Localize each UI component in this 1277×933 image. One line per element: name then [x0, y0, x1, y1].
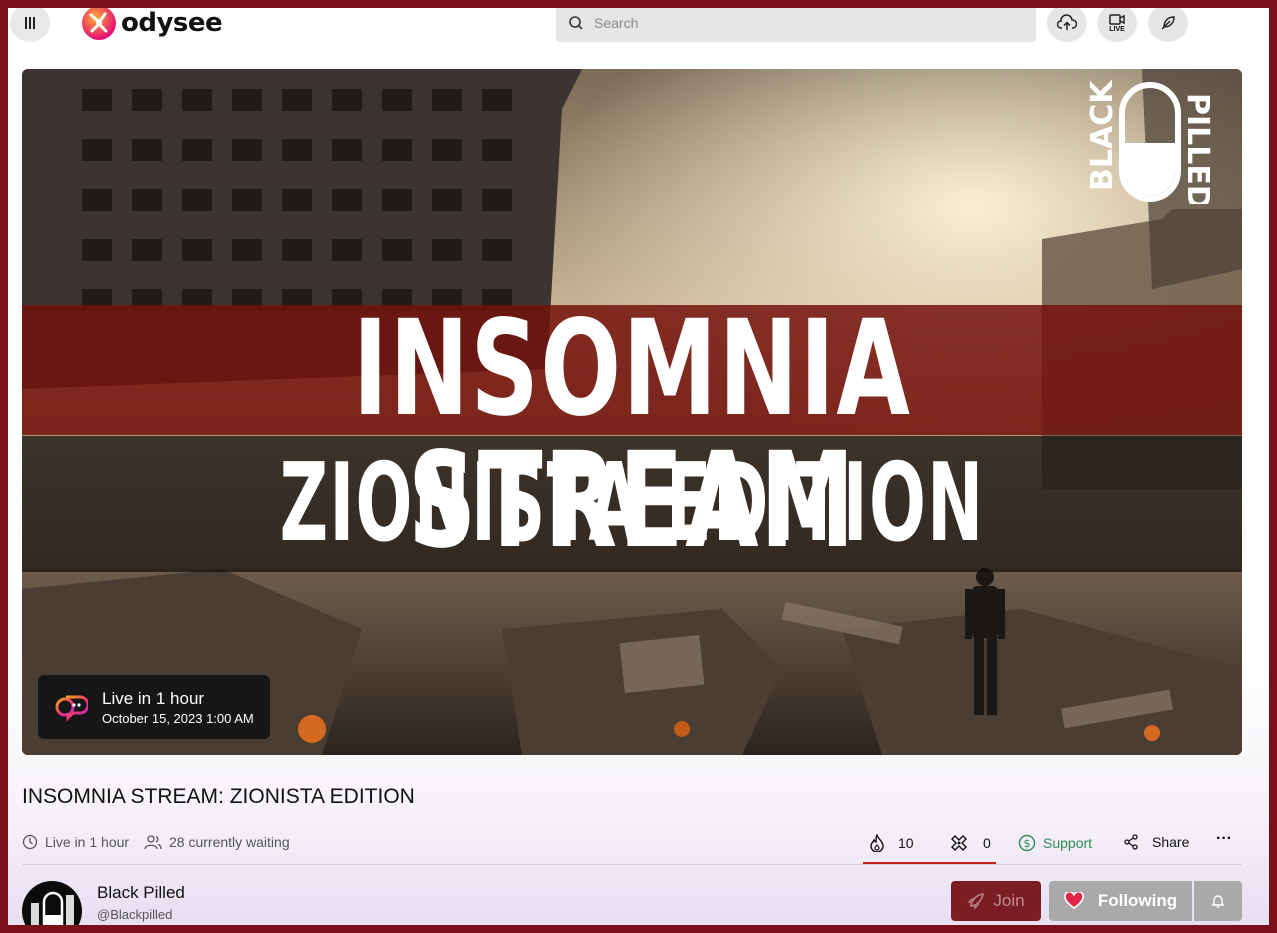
slime-icon: [951, 835, 967, 851]
video-thumbnail[interactable]: INSOMNIA STREAM ZIONISTA EDITION BLACK P…: [22, 69, 1242, 755]
page-frame: odysee LIVE: [8, 8, 1269, 925]
go-live-button[interactable]: LIVE: [1097, 8, 1137, 42]
odysee-mark-icon: [82, 8, 116, 40]
bell-icon: [1211, 895, 1225, 908]
feather-icon: [1161, 16, 1175, 30]
waiting-count-text: 28 currently waiting: [169, 834, 290, 850]
thumbnail-title-line2: ZIONISTA EDITION: [279, 441, 985, 566]
channel-name[interactable]: Black Pilled: [97, 883, 185, 903]
search-bar[interactable]: [556, 8, 1036, 42]
join-label: Join: [993, 891, 1025, 910]
rocket-icon: [967, 893, 985, 910]
heart-icon: [1064, 892, 1084, 909]
join-button[interactable]: Join: [951, 881, 1041, 921]
dollar-circle-icon: $: [1018, 834, 1036, 852]
share-icon: [1124, 834, 1138, 850]
waiting-count: 28 currently waiting: [144, 834, 290, 850]
menu-icon: [25, 17, 35, 29]
live-badge-date: October 15, 2023 1:00 AM: [102, 710, 254, 726]
share-button[interactable]: Share: [1123, 834, 1189, 850]
livestream-chat-icon: [55, 695, 88, 722]
more-icon: ···: [1216, 830, 1232, 847]
channel-handle[interactable]: @Blackpilled: [97, 907, 172, 922]
section-divider: [22, 864, 1242, 865]
following-label: Following: [1097, 891, 1178, 910]
search-icon: [569, 16, 583, 30]
clock-icon: [22, 834, 38, 850]
black-pilled-avatar-icon: [31, 891, 74, 925]
video-camera-icon: [1109, 13, 1125, 25]
slime-reaction-button[interactable]: 0: [950, 834, 991, 852]
publish-button[interactable]: [1148, 8, 1188, 42]
brand-word-black: BLACK: [1085, 79, 1120, 191]
menu-button[interactable]: [10, 8, 50, 42]
fire-icon: [870, 834, 884, 852]
odysee-logo[interactable]: odysee: [81, 8, 223, 41]
slime-count: 0: [983, 835, 991, 851]
users-icon: [144, 835, 162, 850]
fire-reaction-button[interactable]: 10: [869, 834, 914, 852]
logo-text: odysee: [121, 8, 223, 38]
upload-button[interactable]: [1047, 8, 1087, 42]
fire-count: 10: [898, 835, 914, 851]
cloud-upload-icon: [1057, 14, 1077, 30]
following-button[interactable]: Following: [1049, 881, 1192, 921]
more-options-button[interactable]: ···: [1216, 830, 1232, 848]
support-button[interactable]: $ Support: [1018, 834, 1092, 852]
black-pilled-brand-logo: BLACK PILLED: [1085, 79, 1215, 204]
svg-text:$: $: [1024, 837, 1031, 850]
live-status-text: Live in 1 hour: [45, 834, 130, 850]
live-status: Live in 1 hour: [22, 834, 129, 850]
support-label: Support: [1043, 835, 1093, 851]
live-countdown-badge: Live in 1 hour October 15, 2023 1:00 AM: [38, 675, 270, 739]
channel-avatar[interactable]: [22, 881, 82, 925]
share-label: Share: [1152, 834, 1190, 850]
brand-word-pilled: PILLED: [1180, 93, 1215, 204]
live-label: LIVE: [1109, 25, 1125, 33]
search-input[interactable]: [592, 14, 1016, 32]
video-title: INSOMNIA STREAM: ZIONISTA EDITION: [22, 785, 415, 808]
notifications-button[interactable]: [1194, 881, 1242, 921]
live-badge-main: Live in 1 hour: [102, 688, 205, 708]
